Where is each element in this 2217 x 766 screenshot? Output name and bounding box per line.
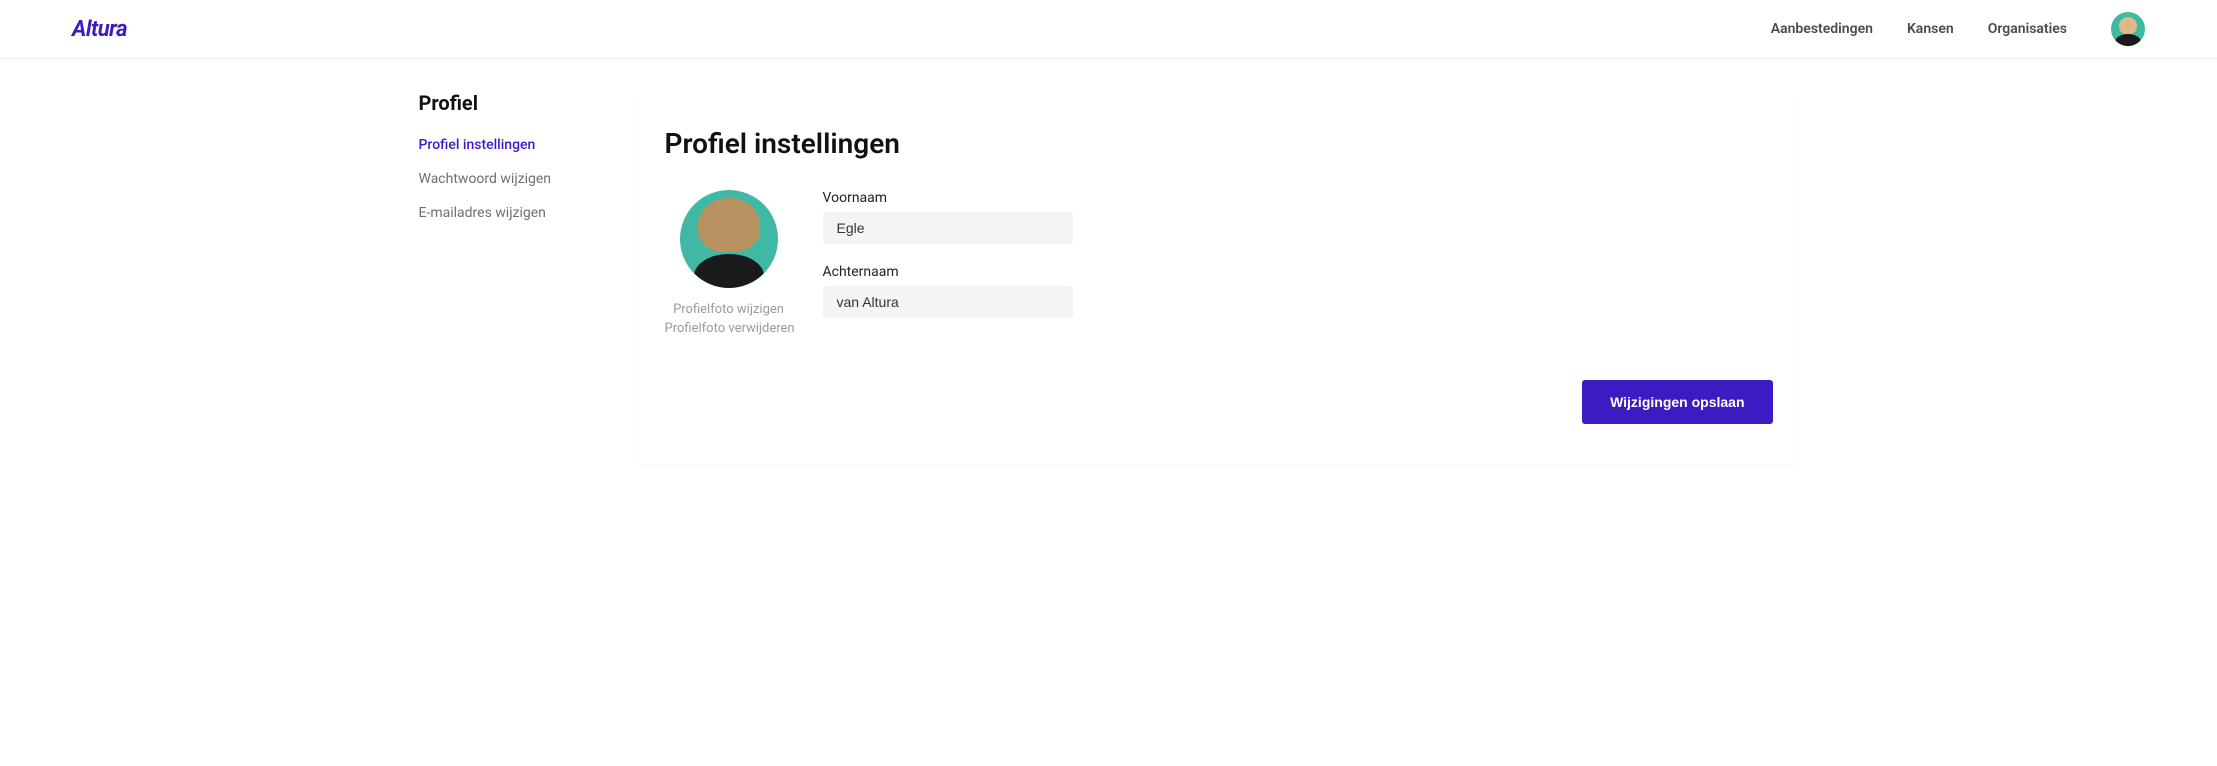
lastname-group: Achternaam <box>823 264 1073 318</box>
nav-link-kansen[interactable]: Kansen <box>1907 21 1954 37</box>
actions-row: Wijzigingen opslaan <box>665 380 1773 424</box>
delete-photo-button[interactable]: Profielfoto verwijderen <box>665 321 793 336</box>
layout: Profiel Profiel instellingen Wachtwoord … <box>419 91 1799 464</box>
lastname-label: Achternaam <box>823 264 1073 280</box>
profile-row: Profielfoto wijzigen Profielfoto verwijd… <box>665 190 1773 340</box>
page-wrapper: Profiel Profiel instellingen Wachtwoord … <box>0 59 2217 496</box>
sidebar-item-change-email[interactable]: E-mailadres wijzigen <box>419 205 619 221</box>
firstname-label: Voornaam <box>823 190 1073 206</box>
nav-link-aanbestedingen[interactable]: Aanbestedingen <box>1771 21 1873 37</box>
sidebar-title: Profiel <box>419 91 619 115</box>
sidebar: Profiel Profiel instellingen Wachtwoord … <box>419 91 639 464</box>
lastname-input[interactable] <box>823 286 1073 318</box>
sidebar-item-profile-settings[interactable]: Profiel instellingen <box>419 137 619 153</box>
save-button[interactable]: Wijzigingen opslaan <box>1582 380 1772 424</box>
main-panel: Profiel instellingen Profielfoto wijzige… <box>639 91 1799 464</box>
profile-photo <box>680 190 778 288</box>
firstname-input[interactable] <box>823 212 1073 244</box>
nav-link-organisaties[interactable]: Organisaties <box>1988 21 2067 37</box>
sidebar-item-change-password[interactable]: Wachtwoord wijzigen <box>419 171 619 187</box>
header: Altura Aanbestedingen Kansen Organisatie… <box>0 0 2217 59</box>
page-title: Profiel instellingen <box>665 127 1773 160</box>
fields-column: Voornaam Achternaam <box>823 190 1073 338</box>
change-photo-button[interactable]: Profielfoto wijzigen <box>665 302 793 317</box>
brand-logo[interactable]: Altura <box>72 17 127 42</box>
photo-column: Profielfoto wijzigen Profielfoto verwijd… <box>665 190 793 340</box>
firstname-group: Voornaam <box>823 190 1073 244</box>
user-avatar-icon[interactable] <box>2111 12 2145 46</box>
header-right: Aanbestedingen Kansen Organisaties <box>1771 12 2145 46</box>
